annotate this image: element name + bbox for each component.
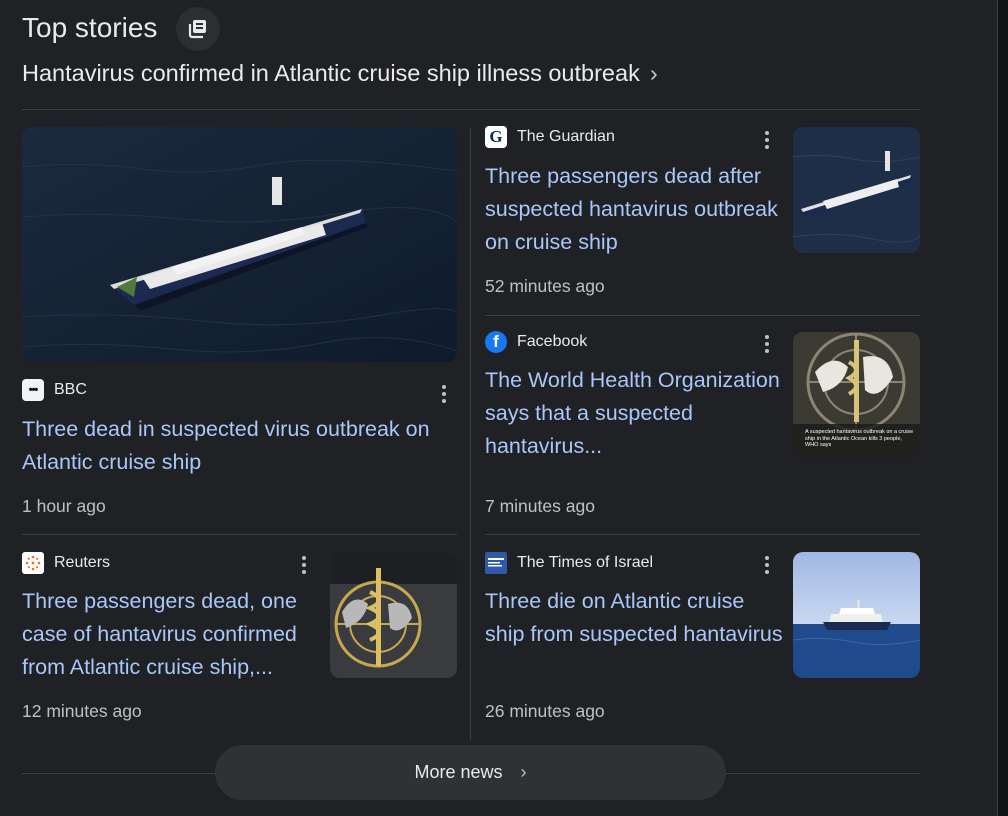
story-5-headline[interactable]: Three die on Atlantic cruise ship from s…	[485, 585, 785, 651]
story-2-time: 52 minutes ago	[485, 276, 605, 296]
times-of-israel-logo-icon	[485, 552, 507, 574]
topic-link[interactable]: Hantavirus confirmed in Atlantic cruise …	[22, 60, 658, 87]
stacked-pages-icon[interactable]	[176, 7, 220, 51]
source-name: Reuters	[54, 554, 111, 571]
story-5-thumbnail[interactable]	[793, 552, 920, 678]
more-news-button[interactable]: More news ›	[215, 745, 726, 800]
story-4-headline[interactable]: Three passengers dead, one case of hanta…	[22, 585, 322, 684]
story-2-headline[interactable]: Three passengers dead after suspected ha…	[485, 160, 785, 259]
story-3-thumbnail[interactable]: A suspected hantavirus outbreak on a cru…	[793, 332, 920, 458]
more-options-icon[interactable]	[434, 382, 454, 406]
more-options-icon[interactable]	[757, 553, 777, 577]
more-news-label: More news	[414, 762, 503, 782]
story-1-source[interactable]: ••• BBC	[22, 379, 87, 401]
chevron-right-icon: ›	[520, 762, 527, 782]
source-name: The Times of Israel	[517, 554, 654, 571]
story-1-time: 1 hour ago	[22, 496, 106, 516]
section-title: Top stories	[22, 12, 158, 43]
story-1-thumbnail[interactable]	[22, 127, 457, 362]
divider	[485, 534, 920, 535]
column-divider	[470, 128, 471, 740]
story-4-source[interactable]: Reuters	[22, 552, 110, 574]
reuters-logo-icon	[22, 552, 44, 574]
facebook-logo-icon: f	[485, 331, 507, 353]
source-name: BBC	[54, 381, 87, 398]
story-4-thumbnail[interactable]	[330, 552, 457, 678]
thumbnail-caption: A suspected hantavirus outbreak on a cru…	[805, 429, 914, 448]
story-2-thumbnail[interactable]	[793, 127, 920, 253]
chevron-right-icon: ›	[649, 60, 658, 86]
story-2-source[interactable]: G The Guardian	[485, 126, 615, 148]
story-5-source[interactable]: The Times of Israel	[485, 552, 653, 574]
story-3-time: 7 minutes ago	[485, 496, 595, 516]
story-3-headline[interactable]: The World Health Organization says that …	[485, 364, 785, 463]
divider	[485, 315, 920, 316]
divider	[22, 109, 920, 110]
story-5-time: 26 minutes ago	[485, 701, 605, 721]
more-options-icon[interactable]	[294, 553, 314, 577]
story-3-source[interactable]: f Facebook	[485, 331, 587, 353]
source-name: The Guardian	[517, 128, 615, 145]
topic-label: Hantavirus confirmed in Atlantic cruise …	[22, 60, 640, 86]
page-edge	[997, 0, 1008, 816]
guardian-logo-icon: G	[485, 126, 507, 148]
divider	[22, 773, 215, 774]
source-name: Facebook	[517, 333, 588, 350]
bbc-logo-icon: •••	[22, 379, 44, 401]
story-4-time: 12 minutes ago	[22, 701, 142, 721]
story-1-headline[interactable]: Three dead in suspected virus outbreak o…	[22, 413, 462, 479]
divider	[726, 773, 920, 774]
more-options-icon[interactable]	[757, 128, 777, 152]
more-options-icon[interactable]	[757, 332, 777, 356]
divider	[22, 534, 457, 535]
